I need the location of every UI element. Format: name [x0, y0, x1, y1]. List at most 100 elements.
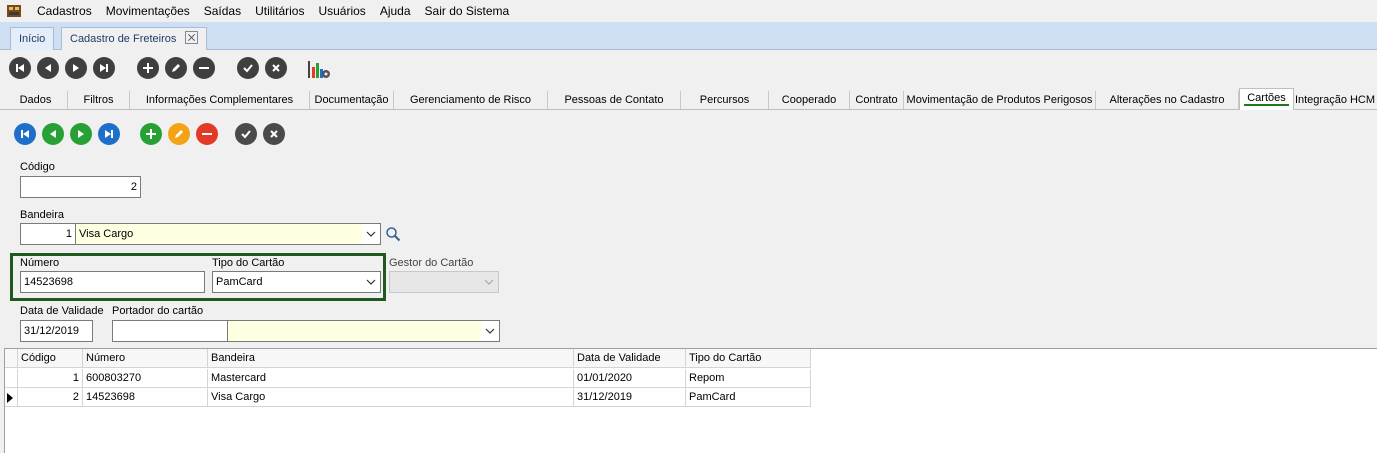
- cell-numero: 600803270: [83, 369, 208, 388]
- tab-pessoas-contato[interactable]: Pessoas de Contato: [548, 91, 681, 109]
- tab-filtros[interactable]: Filtros: [68, 91, 130, 109]
- inner-delete-button[interactable]: [196, 123, 218, 145]
- previous-icon: [45, 64, 51, 72]
- tab-contrato[interactable]: Contrato: [850, 91, 904, 109]
- last-record-button[interactable]: [93, 57, 115, 79]
- menu-movimentacoes[interactable]: Movimentações: [99, 0, 197, 22]
- cell-bandeira: Visa Cargo: [208, 388, 574, 407]
- previous-record-button[interactable]: [37, 57, 59, 79]
- codigo-input[interactable]: 2: [20, 176, 141, 198]
- tipo-cartao-label: Tipo do Cartão: [212, 257, 285, 269]
- pencil-icon: [172, 64, 180, 72]
- first-record-button[interactable]: [9, 57, 31, 79]
- chevron-down-icon: [480, 272, 498, 292]
- app-icon[interactable]: [6, 3, 22, 19]
- inner-first-button[interactable]: [14, 123, 36, 145]
- menu-sair[interactable]: Sair do Sistema: [418, 0, 517, 22]
- numero-label: Número: [20, 257, 60, 269]
- chevron-down-icon[interactable]: [362, 224, 380, 244]
- document-tab-strip: Início Cadastro de Freteiros: [0, 22, 1377, 50]
- cell-tipo-cartao: PamCard: [686, 388, 811, 407]
- add-button[interactable]: [137, 57, 159, 79]
- col-codigo[interactable]: Código: [18, 349, 83, 368]
- delete-button[interactable]: [193, 57, 215, 79]
- bandeira-code-input[interactable]: 1: [20, 223, 76, 245]
- next-record-button[interactable]: [65, 57, 87, 79]
- inner-confirm-button[interactable]: [235, 123, 257, 145]
- tab-cooperado[interactable]: Cooperado: [769, 91, 850, 109]
- inner-cancel-button[interactable]: [263, 123, 285, 145]
- check-icon: [241, 130, 251, 139]
- menu-usuarios[interactable]: Usuários: [311, 0, 372, 22]
- inner-next-button[interactable]: [70, 123, 92, 145]
- first-icon: [16, 64, 24, 72]
- col-tipo-cartao[interactable]: Tipo do Cartão: [686, 349, 811, 368]
- tab-dados[interactable]: Dados: [4, 91, 68, 109]
- chart-gear-icon: [308, 61, 330, 78]
- tab-inicio-label: Início: [19, 33, 46, 45]
- cell-bandeira: Mastercard: [208, 369, 574, 388]
- inner-last-button[interactable]: [98, 123, 120, 145]
- tipo-cartao-value: PamCard: [216, 276, 263, 288]
- tab-movimentacao-produtos-perigosos[interactable]: Movimentação de Produtos Perigosos: [904, 91, 1096, 109]
- numero-input[interactable]: 14523698: [20, 271, 205, 293]
- minus-icon: [199, 67, 209, 69]
- next-icon: [73, 64, 79, 72]
- menu-ajuda[interactable]: Ajuda: [373, 0, 418, 22]
- inner-add-button[interactable]: [140, 123, 162, 145]
- close-icon[interactable]: [185, 31, 199, 44]
- tab-documentacao[interactable]: Documentação: [310, 91, 394, 109]
- bandeira-label: Bandeira: [20, 209, 65, 221]
- cancel-button[interactable]: [265, 57, 287, 79]
- tab-informacoes-complementares[interactable]: Informações Complementares: [130, 91, 310, 109]
- chevron-down-icon[interactable]: [362, 272, 380, 292]
- menu-saidas[interactable]: Saídas: [197, 0, 248, 22]
- tipo-cartao-select[interactable]: PamCard: [212, 271, 381, 293]
- cell-numero: 14523698: [83, 388, 208, 407]
- bandeira-value: Visa Cargo: [79, 228, 134, 240]
- cartoes-grid: Código Número Bandeira Data de Validade …: [4, 348, 1377, 453]
- cell-data-validade: 31/12/2019: [574, 388, 686, 407]
- tab-gerenciamento-risco[interactable]: Gerenciamento de Risco: [394, 91, 548, 109]
- plus-icon: [143, 63, 153, 73]
- col-bandeira[interactable]: Bandeira: [208, 349, 574, 368]
- section-tabs: Dados Filtros Informações Complementares…: [0, 88, 1377, 110]
- codigo-label: Código: [20, 161, 55, 173]
- data-validade-input[interactable]: 31/12/2019: [20, 320, 93, 342]
- search-icon[interactable]: [385, 226, 401, 242]
- inner-previous-button[interactable]: [42, 123, 64, 145]
- portador-select[interactable]: [228, 320, 500, 342]
- tab-cadastro-freteiros-label: Cadastro de Freteiros: [70, 33, 177, 45]
- tab-cadastro-freteiros[interactable]: Cadastro de Freteiros: [61, 27, 208, 50]
- confirm-button[interactable]: [237, 57, 259, 79]
- tab-alteracoes-cadastro[interactable]: Alterações no Cadastro: [1096, 91, 1239, 109]
- bandeira-select[interactable]: Visa Cargo: [76, 223, 381, 245]
- first-icon: [21, 130, 29, 138]
- menu-cadastros[interactable]: Cadastros: [30, 0, 99, 22]
- last-icon: [105, 130, 113, 138]
- col-data-validade[interactable]: Data de Validade: [574, 349, 686, 368]
- inner-edit-button[interactable]: [168, 123, 190, 145]
- gestor-cartao-select: [389, 271, 499, 293]
- gestor-cartao-label: Gestor do Cartão: [389, 257, 474, 269]
- x-icon: [270, 130, 278, 138]
- row-indicator: [5, 388, 18, 407]
- tab-integracao-hcm[interactable]: Integração HCM: [1294, 91, 1376, 109]
- portador-code-input[interactable]: [112, 320, 228, 342]
- current-row-arrow-icon: [7, 393, 13, 403]
- menu-utilitarios[interactable]: Utilitários: [248, 0, 311, 22]
- row-indicator: [5, 369, 18, 388]
- col-numero[interactable]: Número: [83, 349, 208, 368]
- tab-inicio[interactable]: Início: [10, 27, 55, 50]
- edit-button[interactable]: [165, 57, 187, 79]
- report-button[interactable]: [307, 58, 331, 80]
- cell-tipo-cartao: Repom: [686, 369, 811, 388]
- chevron-down-icon[interactable]: [481, 321, 499, 341]
- tab-cartoes[interactable]: Cartões: [1239, 88, 1294, 110]
- minus-icon: [202, 133, 212, 135]
- cell-data-validade: 01/01/2020: [574, 369, 686, 388]
- menu-bar: Cadastros Movimentações Saídas Utilitári…: [0, 0, 1377, 22]
- portador-label: Portador do cartão: [112, 305, 204, 317]
- tab-percursos[interactable]: Percursos: [681, 91, 769, 109]
- cell-codigo: 2: [18, 388, 83, 407]
